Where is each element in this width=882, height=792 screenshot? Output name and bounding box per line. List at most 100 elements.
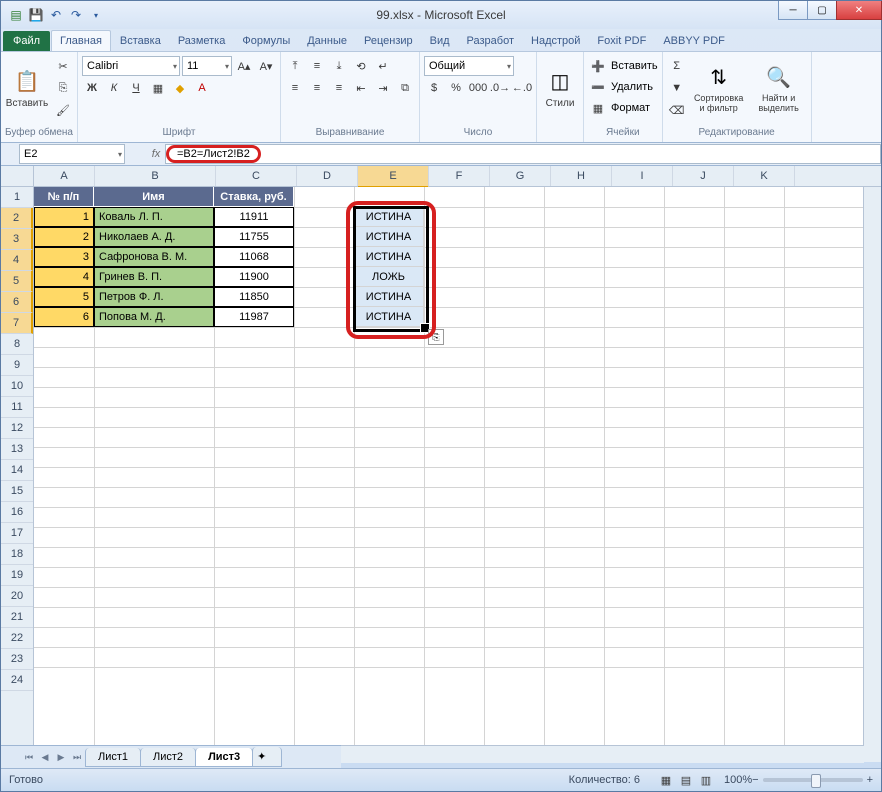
zoom-slider[interactable]: − +	[752, 774, 873, 786]
row-header-2[interactable]: 2	[1, 208, 33, 229]
comma-icon[interactable]: 000	[468, 78, 488, 98]
sheet-nav-first-icon[interactable]: ⏮	[21, 749, 37, 765]
font-name-combo[interactable]: Calibri	[82, 56, 180, 76]
sort-filter-button[interactable]: ⇅ Сортировка и фильтр	[691, 56, 747, 120]
zoom-out-icon[interactable]: −	[752, 774, 758, 786]
zoom-level[interactable]: 100%	[724, 774, 752, 786]
tab-home[interactable]: Главная	[51, 30, 111, 51]
format-cells-icon[interactable]: ▦	[588, 98, 608, 118]
file-tab[interactable]: Файл	[3, 31, 50, 51]
orientation-icon[interactable]: ⟲	[351, 56, 371, 76]
row-header-19[interactable]: 19	[1, 565, 33, 586]
format-cells[interactable]: Формат	[611, 102, 650, 114]
paste-button[interactable]: 📋 Вставить	[5, 56, 49, 120]
horizontal-scrollbar[interactable]	[341, 745, 864, 763]
cell-A4[interactable]: 3	[34, 247, 94, 267]
autofill-options-icon[interactable]: ⎘	[428, 329, 444, 345]
view-pagebreak-icon[interactable]: ▥	[696, 770, 716, 790]
italic-icon[interactable]: К	[104, 78, 124, 98]
wrap-text-icon[interactable]: ↵	[373, 56, 393, 76]
tab-data[interactable]: Данные	[299, 31, 355, 51]
tab-view[interactable]: Вид	[422, 31, 458, 51]
sheet-tab-2[interactable]: Лист2	[140, 748, 196, 767]
cell-B5[interactable]: Гринев В. П.	[94, 267, 214, 287]
zoom-in-icon[interactable]: +	[867, 774, 873, 786]
cell-B6[interactable]: Петров Ф. Л.	[94, 287, 214, 307]
indent-inc-icon[interactable]: ⇥	[373, 78, 393, 98]
row-header-16[interactable]: 16	[1, 502, 33, 523]
cell-E3[interactable]: ИСТИНА	[354, 227, 424, 247]
col-header-I[interactable]: I	[612, 166, 673, 186]
row-header-3[interactable]: 3	[1, 229, 33, 250]
row-header-10[interactable]: 10	[1, 376, 33, 397]
sheet-nav-last-icon[interactable]: ⏭	[69, 749, 85, 765]
minimize-button[interactable]: ─	[778, 1, 808, 20]
row-header-5[interactable]: 5	[1, 271, 33, 292]
cell-A6[interactable]: 5	[34, 287, 94, 307]
percent-icon[interactable]: %	[446, 78, 466, 98]
col-header-K[interactable]: K	[734, 166, 795, 186]
name-box[interactable]: E2	[19, 144, 125, 164]
col-header-E[interactable]: E	[358, 166, 429, 188]
row-header-12[interactable]: 12	[1, 418, 33, 439]
row-header-22[interactable]: 22	[1, 628, 33, 649]
col-header-G[interactable]: G	[490, 166, 551, 186]
cell-B4[interactable]: Сафронова В. М.	[94, 247, 214, 267]
autosum-icon[interactable]: Σ	[667, 56, 687, 76]
number-format-combo[interactable]: Общий	[424, 56, 514, 76]
undo-icon[interactable]: ↶	[47, 6, 65, 24]
tab-review[interactable]: Рецензир	[356, 31, 421, 51]
row-header-9[interactable]: 9	[1, 355, 33, 376]
cell-B3[interactable]: Николаев А. Д.	[94, 227, 214, 247]
cell-B2[interactable]: Коваль Л. П.	[94, 207, 214, 227]
cell-A7[interactable]: 6	[34, 307, 94, 327]
align-top-icon[interactable]: ⤒	[285, 56, 305, 76]
row-header-8[interactable]: 8	[1, 334, 33, 355]
col-header-D[interactable]: D	[297, 166, 358, 186]
qat-more-icon[interactable]: ▾	[87, 6, 105, 24]
maximize-button[interactable]: ▢	[807, 1, 837, 20]
format-painter-icon[interactable]: 🖌	[53, 100, 73, 120]
formula-input[interactable]: =B2=Лист2!B2	[165, 144, 881, 164]
delete-cells-icon[interactable]: ➖	[588, 77, 608, 97]
cells-area[interactable]: № п/пИмяСтавка, руб.1Коваль Л. П.119112Н…	[34, 187, 863, 745]
cell-C7[interactable]: 11987	[214, 307, 294, 327]
row-header-21[interactable]: 21	[1, 607, 33, 628]
border-icon[interactable]: ▦	[148, 78, 168, 98]
close-button[interactable]: ✕	[836, 1, 882, 20]
decrease-font-icon[interactable]: A▾	[256, 56, 276, 76]
find-select-button[interactable]: 🔍 Найти и выделить	[751, 56, 807, 120]
row-header-18[interactable]: 18	[1, 544, 33, 565]
row-header-13[interactable]: 13	[1, 439, 33, 460]
cell-C2[interactable]: 11911	[214, 207, 294, 227]
redo-icon[interactable]: ↷	[67, 6, 85, 24]
inc-decimal-icon[interactable]: .0→	[490, 78, 510, 98]
merge-icon[interactable]: ⧉	[395, 78, 415, 98]
cell-C4[interactable]: 11068	[214, 247, 294, 267]
sheet-tab-1[interactable]: Лист1	[85, 748, 141, 767]
fill-icon[interactable]: ▼	[667, 78, 687, 98]
align-middle-icon[interactable]: ≡	[307, 56, 327, 76]
sheet-nav-prev-icon[interactable]: ◀	[37, 749, 53, 765]
copy-icon[interactable]: ⎘	[53, 78, 73, 98]
cell-E5[interactable]: ЛОЖЬ	[354, 267, 424, 287]
cell-C3[interactable]: 11755	[214, 227, 294, 247]
cell-A5[interactable]: 4	[34, 267, 94, 287]
sheet-tab-3[interactable]: Лист3	[195, 748, 253, 767]
currency-icon[interactable]: $	[424, 78, 444, 98]
select-all-corner[interactable]	[1, 166, 34, 187]
insert-cells-icon[interactable]: ➕	[588, 56, 608, 76]
align-right-icon[interactable]: ≡	[329, 78, 349, 98]
bold-icon[interactable]: Ж	[82, 78, 102, 98]
save-icon[interactable]: 💾	[27, 6, 45, 24]
cell-A2[interactable]: 1	[34, 207, 94, 227]
row-header-6[interactable]: 6	[1, 292, 33, 313]
tab-formulas[interactable]: Формулы	[234, 31, 298, 51]
col-header-C[interactable]: C	[216, 166, 297, 186]
cell-E4[interactable]: ИСТИНА	[354, 247, 424, 267]
tab-foxit[interactable]: Foxit PDF	[589, 31, 654, 51]
insert-cells[interactable]: Вставить	[611, 60, 658, 72]
col-header-H[interactable]: H	[551, 166, 612, 186]
tab-abbyy[interactable]: ABBYY PDF	[655, 31, 733, 51]
tab-layout[interactable]: Разметка	[170, 31, 234, 51]
